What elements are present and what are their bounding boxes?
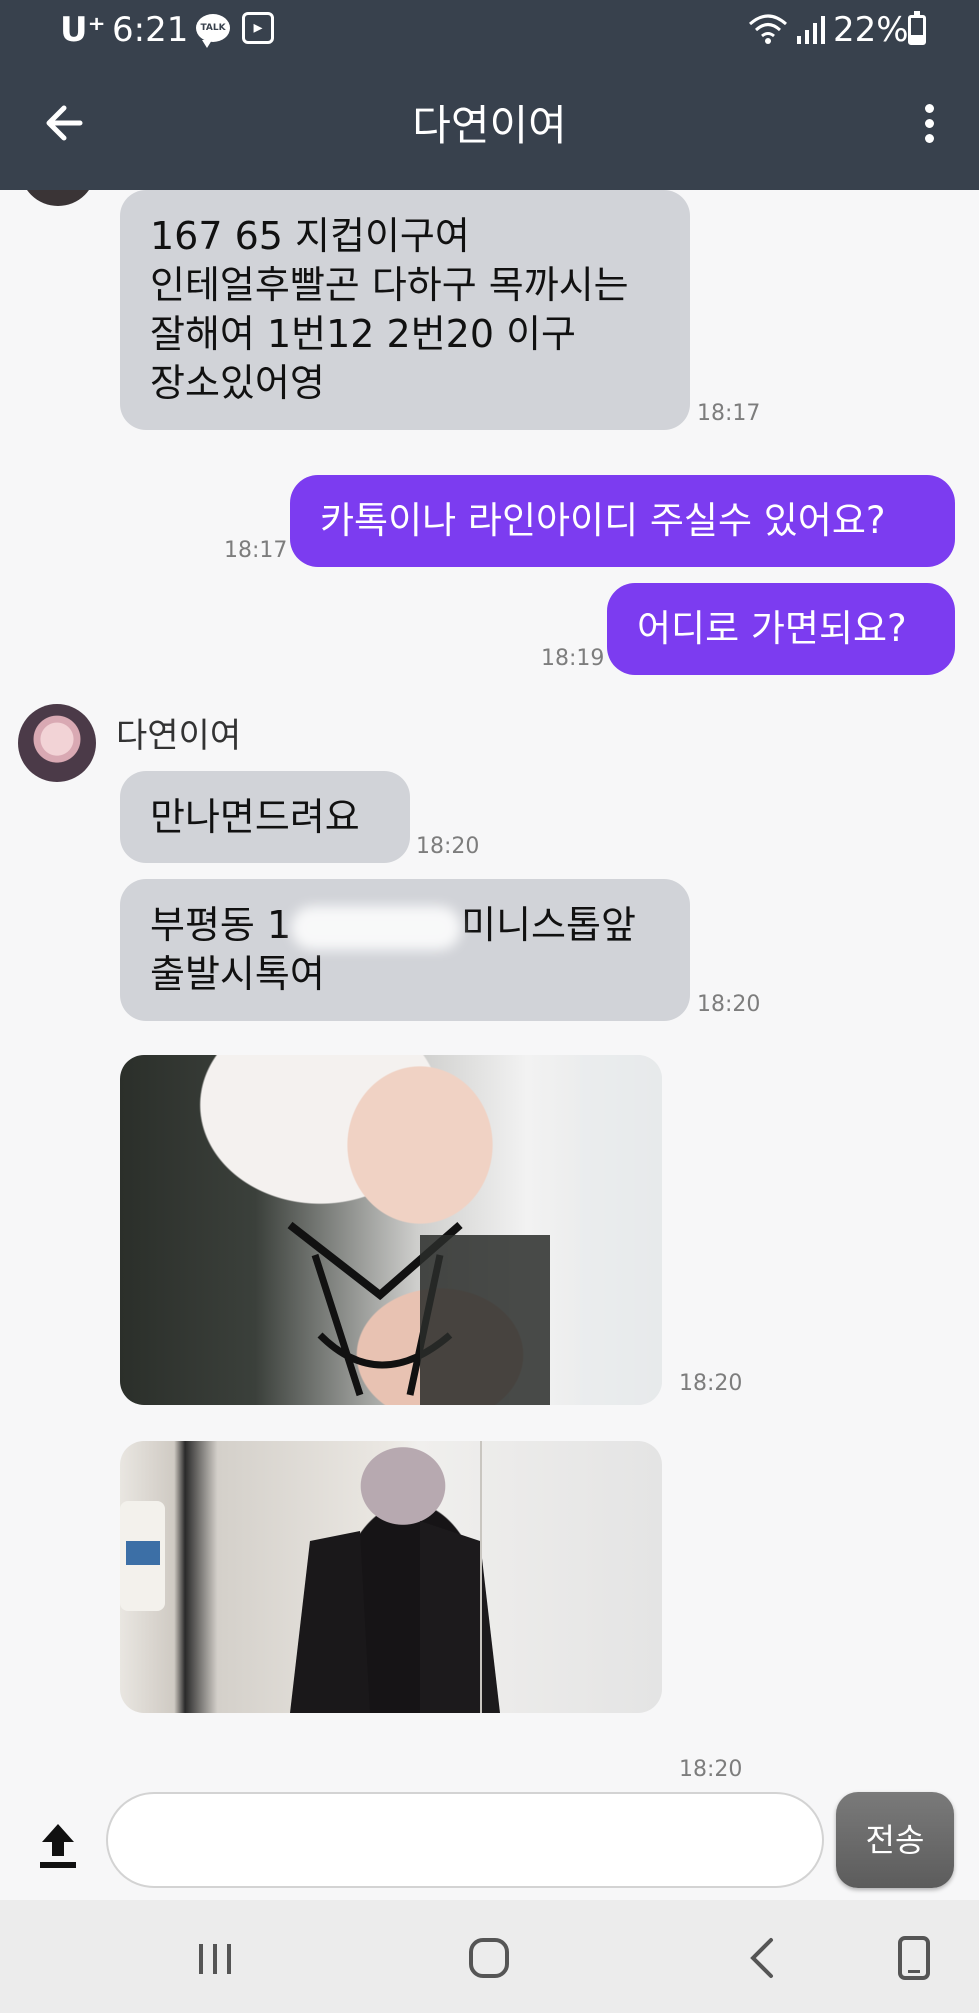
message-timestamp: 18:20 bbox=[697, 992, 761, 1017]
top-bar: U⁺ 6:21 TALK ▸ 22% 다연이여 bbox=[0, 0, 979, 190]
message-bubble-incoming[interactable]: 부평동 1 미니스톱앞 출발시톡여 bbox=[120, 879, 690, 1021]
wifi-icon bbox=[749, 14, 787, 44]
nav-back-icon[interactable] bbox=[733, 1928, 793, 1988]
sender-name: 다연이여 bbox=[116, 716, 242, 756]
message-bubble-outgoing[interactable]: 어디로 가면되요? bbox=[607, 583, 955, 675]
status-bar: U⁺ 6:21 TALK ▸ 22% bbox=[0, 0, 979, 62]
message-timestamp: 18:17 bbox=[224, 538, 288, 563]
chat-title: 다연이여 bbox=[412, 101, 567, 150]
message-timestamp: 18:17 bbox=[697, 401, 761, 426]
photo-content bbox=[287, 1055, 662, 1405]
carrier-label: U⁺ bbox=[60, 10, 106, 50]
nav-recents-icon[interactable] bbox=[185, 1928, 245, 1988]
message-text: 미니스톱앞 bbox=[461, 903, 636, 947]
message-bubble-incoming[interactable]: 167 65 지컵이구여 인테얼후빨곤 다하구 목까시는 잘해여 1번12 2번… bbox=[120, 190, 690, 430]
message-line: 장소있어영 bbox=[150, 361, 325, 405]
photo-content bbox=[120, 1441, 500, 1713]
composer-bar: 전송 bbox=[0, 1790, 979, 1900]
signal-icon bbox=[797, 16, 825, 44]
message-timestamp: 18:19 bbox=[541, 646, 605, 671]
message-bubble-outgoing[interactable]: 카톡이나 라인아이디 주실수 있어요? bbox=[290, 475, 955, 567]
nav-rotate-icon[interactable] bbox=[884, 1928, 944, 1988]
message-input[interactable] bbox=[106, 1792, 824, 1888]
message-line: 부평동 1 미니스톱앞 bbox=[150, 901, 660, 950]
message-line: 출발시톡여 bbox=[150, 952, 325, 996]
more-vertical-icon[interactable] bbox=[908, 98, 948, 148]
redaction-mask bbox=[291, 905, 462, 950]
avatar bbox=[20, 190, 96, 206]
image-message[interactable] bbox=[120, 1055, 662, 1405]
message-bubble-incoming[interactable]: 만나면드려요 bbox=[120, 771, 410, 863]
system-nav-bar bbox=[0, 1900, 979, 2013]
message-line: 인테얼후빨곤 다하구 목까시는 bbox=[150, 263, 629, 307]
message-timestamp: 18:20 bbox=[679, 1371, 743, 1396]
battery-icon bbox=[908, 11, 926, 45]
message-timestamp: 18:20 bbox=[679, 1757, 743, 1782]
send-button[interactable]: 전송 bbox=[836, 1792, 954, 1888]
nav-home-icon[interactable] bbox=[459, 1928, 519, 1988]
kakaotalk-icon: TALK bbox=[196, 14, 230, 48]
chat-area[interactable]: 167 65 지컵이구여 인테얼후빨곤 다하구 목까시는 잘해여 1번12 2번… bbox=[0, 190, 979, 1790]
notification-box-icon: ▸ bbox=[242, 12, 274, 44]
battery-percent: 22% bbox=[833, 10, 909, 50]
status-time: 6:21 bbox=[112, 10, 189, 50]
message-line: 167 65 지컵이구여 bbox=[150, 214, 470, 258]
image-message[interactable] bbox=[120, 1441, 662, 1713]
sender-avatar[interactable] bbox=[18, 704, 96, 782]
message-text: 부평동 1 bbox=[150, 903, 292, 947]
message-timestamp: 18:20 bbox=[416, 834, 480, 859]
upload-icon[interactable] bbox=[36, 1820, 80, 1870]
message-line: 잘해여 1번12 2번20 이구 bbox=[150, 312, 577, 356]
